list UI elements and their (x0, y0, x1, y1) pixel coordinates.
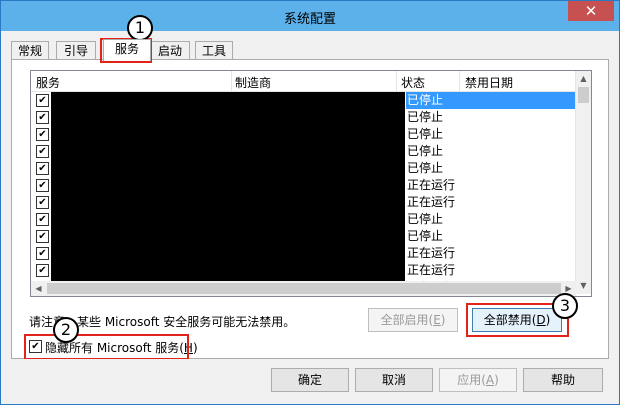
redacted-service-info (51, 126, 405, 143)
tab-services[interactable]: 服务 (103, 39, 151, 61)
list-header: 服务 制造商 状态 禁用日期 (31, 71, 576, 92)
service-status: 已停止 (407, 110, 444, 124)
enable-all-hotkey: E (433, 313, 441, 327)
redacted-service-info (51, 296, 405, 297)
service-status: 已停止 (407, 229, 444, 243)
redacted-service-info (51, 194, 405, 211)
column-divider (459, 71, 460, 91)
service-status: 已停止 (407, 212, 444, 226)
apply-hotkey: A (485, 373, 495, 387)
redacted-service-info (51, 160, 405, 177)
horizontal-scrollbar[interactable]: ◀ ▶ (31, 281, 576, 296)
service-checkbox[interactable]: ✔ (36, 162, 49, 175)
column-header-service[interactable]: 服务 (36, 74, 60, 91)
redacted-service-info (51, 109, 405, 126)
tab-startup[interactable]: 启动 (150, 41, 190, 60)
table-row[interactable]: ✔ 已停止 (31, 109, 576, 126)
system-config-window: 系统配置 ✕ 常规 引导 服务 启动 工具 服务 制造商 状态 禁用日期 ✔ 已停… (0, 0, 620, 405)
table-row[interactable]: ✔ 已停止 (31, 143, 576, 160)
service-checkbox[interactable]: ✔ (36, 145, 49, 158)
scroll-left-icon[interactable]: ◀ (31, 281, 46, 296)
redacted-service-info (51, 92, 405, 109)
redacted-service-info (51, 177, 405, 194)
redacted-service-info (51, 143, 405, 160)
service-status: 正在运行 (407, 195, 456, 209)
table-row[interactable]: ✔ 正在运行 (31, 177, 576, 194)
service-status: 已停止 (407, 144, 444, 158)
scroll-thumb[interactable] (578, 87, 589, 103)
dialog-button-bar: 确定 取消 应用(A) 帮助 (1, 359, 619, 404)
horizontal-scroll-thumb[interactable] (47, 283, 561, 294)
service-checkbox[interactable]: ✔ (36, 128, 49, 141)
service-checkbox[interactable]: ✔ (36, 230, 49, 243)
column-header-manufacturer[interactable]: 制造商 (235, 74, 271, 91)
window-title: 系统配置 (283, 12, 336, 27)
service-status: 已停止 (406, 92, 578, 109)
service-status: 正在运行 (407, 263, 456, 277)
tab-tools[interactable]: 工具 (195, 41, 233, 60)
help-button[interactable]: 帮助 (523, 368, 603, 392)
table-row[interactable]: ✔ 正在运行 (31, 262, 576, 279)
table-row[interactable]: ✔ 已停止 (31, 228, 576, 245)
service-status: 正在运行 (407, 246, 456, 260)
table-row[interactable]: ✔正在运行 (31, 296, 576, 297)
title-bar: 系统配置 ✕ (1, 1, 619, 31)
column-divider (396, 71, 397, 91)
table-row[interactable]: ✔ 已停止 (31, 211, 576, 228)
callout-number-1: 1 (127, 15, 153, 41)
callout-number-2: 2 (53, 317, 79, 343)
service-checkbox[interactable]: ✔ (36, 111, 49, 124)
close-button[interactable]: ✕ (568, 1, 614, 21)
tab-general[interactable]: 常规 (11, 41, 49, 60)
scroll-up-icon[interactable]: ▲ (576, 71, 591, 87)
service-checkbox[interactable]: ✔ (36, 247, 49, 260)
service-status: 正在运行 (406, 296, 578, 297)
redacted-service-info (51, 228, 405, 245)
enable-all-label: 全部启用( (380, 313, 434, 327)
apply-label: 应用( (457, 373, 486, 387)
column-divider (231, 71, 232, 91)
redacted-service-info (51, 245, 405, 262)
column-header-disable-date[interactable]: 禁用日期 (465, 74, 513, 91)
service-checkbox[interactable]: ✔ (36, 264, 49, 277)
annotation-box-2 (24, 334, 189, 360)
scroll-down-icon[interactable]: ▼ (576, 278, 591, 294)
apply-close: ) (494, 373, 499, 387)
service-status: 已停止 (407, 127, 444, 141)
services-list[interactable]: 服务 制造商 状态 禁用日期 ✔ 已停止 ✔ 已停止 ✔ 已停止 ✔ 已停止 ✔ 已停止 ✔ 正在运行… (30, 70, 592, 297)
table-row[interactable]: ✔ 已停止 (31, 126, 576, 143)
callout-number-3: 3 (552, 293, 578, 319)
cancel-button[interactable]: 取消 (355, 368, 433, 392)
table-row[interactable]: ✔ 正在运行 (31, 194, 576, 211)
redacted-service-info (51, 262, 405, 279)
service-checkbox[interactable]: ✔ (36, 179, 49, 192)
list-rows: ✔ 已停止 ✔ 已停止 ✔ 已停止 ✔ 已停止 ✔ 已停止 ✔ 正在运行 ✔ 正在运行 ✔ 已停止 ✔ 已停止 ✔ 正… (31, 92, 578, 297)
hide-ms-close: ) (192, 341, 198, 355)
apply-button[interactable]: 应用(A) (439, 368, 517, 392)
service-checkbox[interactable]: ✔ (36, 196, 49, 209)
service-status: 正在运行 (407, 178, 456, 192)
ok-button[interactable]: 确定 (271, 368, 349, 392)
table-row[interactable]: ✔ 已停止 (31, 92, 578, 109)
close-icon: ✕ (584, 2, 598, 20)
enable-all-close: ) (440, 313, 446, 327)
tab-boot[interactable]: 引导 (56, 41, 96, 60)
enable-all-button[interactable]: 全部启用(E) (368, 308, 458, 332)
table-row[interactable]: ✔ 已停止 (31, 160, 576, 177)
redacted-service-info (51, 211, 405, 228)
service-status: 已停止 (407, 161, 444, 175)
table-row[interactable]: ✔ 正在运行 (31, 245, 576, 262)
column-header-status[interactable]: 状态 (401, 74, 425, 91)
service-checkbox[interactable]: ✔ (36, 213, 49, 226)
vertical-scrollbar[interactable]: ▲ ▼ (575, 71, 591, 294)
service-checkbox[interactable]: ✔ (36, 94, 49, 107)
